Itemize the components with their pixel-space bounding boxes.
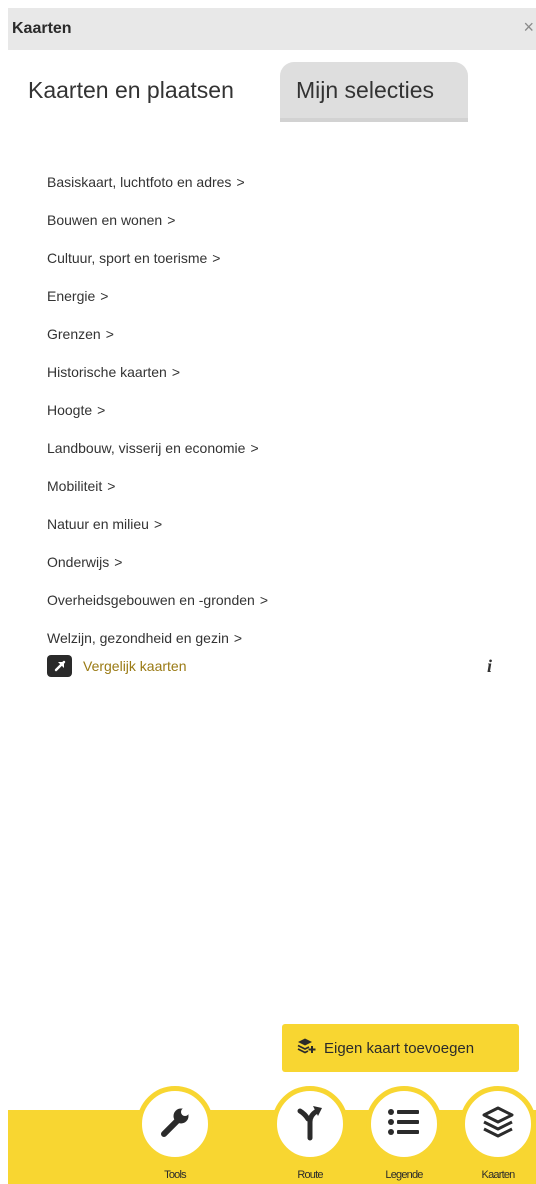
add-own-map-label: Eigen kaart toevoegen <box>324 1039 475 1057</box>
category-list: Basiskaart, luchtfoto en adres > Bouwen e… <box>47 163 268 657</box>
external-link-icon <box>47 655 72 677</box>
tab-bar: Kaarten en plaatsen Mijn selecties <box>8 58 536 122</box>
chevron-right-icon: > <box>212 250 221 266</box>
compare-maps-link[interactable]: Vergelijk kaarten <box>47 655 187 677</box>
category-item[interactable]: Overheidsgebouwen en -gronden > <box>47 581 268 619</box>
chevron-right-icon: > <box>97 402 106 418</box>
nav-route-label: Route <box>297 1169 323 1181</box>
category-item[interactable]: Hoogte > <box>47 391 268 429</box>
category-item[interactable]: Cultuur, sport en toerisme > <box>47 239 268 277</box>
chevron-right-icon: > <box>171 364 181 380</box>
info-icon[interactable]: i <box>487 656 492 677</box>
category-item[interactable]: Energie > <box>47 277 268 315</box>
category-item[interactable]: Onderwijs > <box>47 543 268 581</box>
chevron-right-icon: > <box>250 440 259 456</box>
nav-route-button[interactable] <box>272 1086 348 1162</box>
panel-header: Kaarten × <box>8 8 536 50</box>
tab-kaarten-en-plaatsen[interactable]: Kaarten en plaatsen <box>13 62 280 120</box>
close-icon[interactable]: × <box>523 18 534 36</box>
tab-mijn-selecties[interactable]: Mijn selecties <box>280 62 468 122</box>
chevron-right-icon: > <box>259 592 268 608</box>
chevron-right-icon: > <box>105 326 114 342</box>
nav-legend-button[interactable] <box>366 1086 442 1162</box>
wrench-icon <box>156 1103 194 1146</box>
category-item[interactable]: Mobiliteit > <box>47 467 268 505</box>
category-item[interactable]: Welzijn, gezondheid en gezin > <box>47 619 268 657</box>
category-item[interactable]: Landbouw, visserij en economie > <box>47 429 268 467</box>
chevron-right-icon: > <box>236 174 245 190</box>
category-item[interactable]: Natuur en milieu > <box>47 505 268 543</box>
list-icon <box>386 1107 422 1142</box>
chevron-right-icon: > <box>153 516 163 532</box>
category-item[interactable]: Bouwen en wonen > <box>47 201 268 239</box>
route-icon <box>291 1102 329 1147</box>
chevron-right-icon: > <box>114 554 123 570</box>
category-item[interactable]: Historische kaarten > <box>47 353 268 391</box>
nav-legend-label: Legende <box>385 1169 423 1181</box>
compare-maps-label: Vergelijk kaarten <box>83 658 187 674</box>
nav-maps-label: Kaarten <box>481 1169 516 1181</box>
chevron-right-icon: > <box>107 478 116 494</box>
add-own-map-button[interactable]: Eigen kaart toevoegen <box>282 1024 519 1072</box>
layers-icon <box>480 1106 516 1143</box>
nav-tools-button[interactable] <box>137 1086 213 1162</box>
panel-title: Kaarten <box>12 20 72 37</box>
chevron-right-icon: > <box>167 212 176 228</box>
layers-add-icon <box>296 1037 316 1060</box>
chevron-right-icon: > <box>100 288 109 304</box>
category-item[interactable]: Basiskaart, luchtfoto en adres > <box>47 163 268 201</box>
chevron-right-icon: > <box>233 630 243 646</box>
nav-tools-label: Tools <box>164 1169 186 1181</box>
category-item[interactable]: Grenzen > <box>47 315 268 353</box>
nav-maps-button[interactable] <box>460 1086 536 1162</box>
